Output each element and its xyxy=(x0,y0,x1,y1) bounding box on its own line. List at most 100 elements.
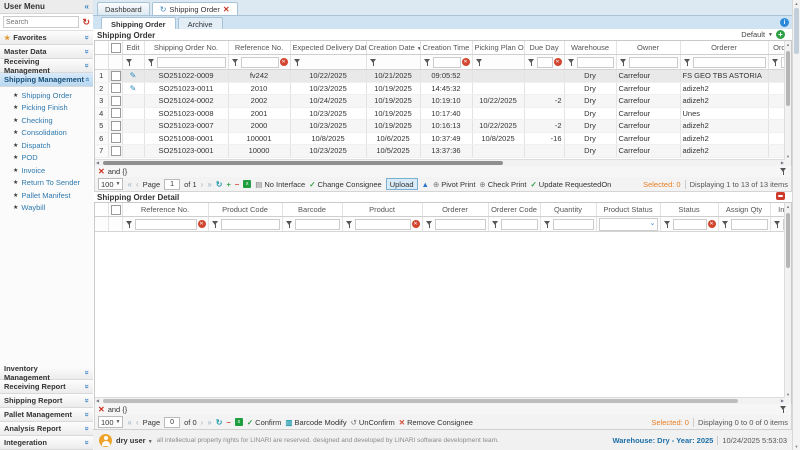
scrollbar-thumb[interactable] xyxy=(103,161,503,165)
scrollbar-thumb[interactable] xyxy=(786,213,790,268)
sidebar-section-receiving-management[interactable]: Receiving Management» xyxy=(0,59,93,73)
next-page-button[interactable]: › xyxy=(201,180,204,189)
tab-dashboard[interactable]: Dashboard xyxy=(97,2,150,15)
add-view-icon[interactable]: + xyxy=(776,30,785,39)
filter-input-reference-no-[interactable] xyxy=(135,219,197,230)
filter-input-orderer-code[interactable] xyxy=(501,219,538,230)
filter-funnel-icon[interactable] xyxy=(231,58,240,67)
sidebar-section-shipping-report[interactable]: Shipping Report» xyxy=(0,394,93,408)
sidebar-item-invoice[interactable]: ★Invoice xyxy=(0,164,93,177)
remove-row-button[interactable]: − xyxy=(226,418,230,427)
filter-clear-icon[interactable]: ✕ xyxy=(412,220,420,228)
column-header-product-status[interactable]: Product Status xyxy=(596,203,660,217)
confirm-button[interactable]: ✓ Confirm xyxy=(247,418,282,427)
user-menu-dropdown[interactable]: dry user ▼ xyxy=(116,436,153,445)
search-refresh-icon[interactable]: ↻ xyxy=(82,18,90,27)
last-page-button[interactable]: » xyxy=(207,180,211,189)
sidebar-section-shipping-management[interactable]: Shipping Management» xyxy=(0,73,93,87)
grid-vertical-scrollbar[interactable]: ▲▼ xyxy=(784,41,791,167)
scroll-down-icon[interactable]: ▼ xyxy=(785,154,791,159)
filter-input-status[interactable] xyxy=(673,219,707,230)
filter-icon[interactable] xyxy=(779,405,788,414)
select-all-checkbox[interactable] xyxy=(111,43,121,53)
filter-select-product-status[interactable] xyxy=(599,218,658,231)
sidebar-item-waybill[interactable]: ★Waybill xyxy=(0,202,93,215)
page-size-select[interactable]: 100 ▼ xyxy=(98,178,123,190)
row-checkbox[interactable] xyxy=(111,108,121,118)
add-row-button[interactable]: + xyxy=(226,180,230,189)
sidebar-item-pod[interactable]: ★POD xyxy=(0,152,93,165)
update-requestedon-button[interactable]: ✓ Update RequestedOn xyxy=(530,180,611,189)
sidebar-item-pallet-manifest[interactable]: ★Pallet Manifest xyxy=(0,189,93,202)
column-header-warehouse[interactable]: Warehouse xyxy=(564,41,616,55)
column-header-reference-no-[interactable]: Reference No. xyxy=(228,41,290,55)
sidebar-section-integeration[interactable]: Integeration» xyxy=(0,436,93,450)
tab-close-icon[interactable]: ✕ xyxy=(223,5,230,14)
filter-input-creation-time[interactable] xyxy=(433,57,461,68)
filter-funnel-icon[interactable] xyxy=(125,58,134,67)
filter-input-warehouse[interactable] xyxy=(577,57,614,68)
column-header-picking-plan-on[interactable]: Picking Plan On xyxy=(472,41,524,55)
page-number-input[interactable]: 0 xyxy=(164,417,180,428)
column-header-creation-date[interactable]: Creation Date▼ xyxy=(366,41,420,55)
scroll-down-icon[interactable]: ▼ xyxy=(793,444,800,449)
clear-filter-icon[interactable]: ✕ xyxy=(98,405,105,414)
sidebar-item-consolidation[interactable]: ★Consolidation xyxy=(0,127,93,140)
shipping-order-row[interactable]: 4SO251023-0008200110/23/202510/19/202510… xyxy=(95,107,792,120)
scrollbar-thumb[interactable] xyxy=(103,399,738,403)
info-icon[interactable]: i xyxy=(780,18,789,27)
change-consignee-button[interactable]: ✓ Change Consignee xyxy=(309,180,382,189)
filter-input-orderer[interactable] xyxy=(435,219,486,230)
unconfirm-button[interactable]: ↺ UnConfirm xyxy=(351,418,395,427)
grid-vertical-scrollbar[interactable]: ▲▼ xyxy=(784,203,791,405)
filter-input-product[interactable] xyxy=(355,219,411,230)
filter-funnel-icon[interactable] xyxy=(773,220,782,229)
column-header-creation-time[interactable]: Creation Time xyxy=(420,41,472,55)
sidebar-section-receiving-report[interactable]: Receiving Report» xyxy=(0,380,93,394)
selected-count[interactable]: Selected: 0 xyxy=(643,180,681,189)
filter-clear-icon[interactable]: ✕ xyxy=(462,58,470,66)
view-selector[interactable]: Default ▼ + xyxy=(741,30,785,39)
shipping-order-row[interactable]: 5SO251023-0007200010/23/202510/19/202510… xyxy=(95,120,792,133)
filter-input-product-code[interactable] xyxy=(221,219,280,230)
filter-funnel-icon[interactable] xyxy=(369,58,378,67)
pivot-print-button[interactable]: ⊕ Pivot Print xyxy=(433,180,475,189)
row-checkbox[interactable] xyxy=(111,71,121,81)
filter-input-assign-qty[interactable] xyxy=(731,219,768,230)
tab-shipping-order[interactable]: ↻ Shipping Order ✕ xyxy=(152,2,238,15)
column-header-shipping-order-no-[interactable]: Shipping Order No. xyxy=(144,41,228,55)
sidebar-section-inventory-management[interactable]: Inventory Management» xyxy=(0,366,93,380)
sidebar-item-return-to-sender[interactable]: ★Return To Sender xyxy=(0,177,93,190)
filter-funnel-icon[interactable] xyxy=(771,58,780,67)
filter-funnel-icon[interactable] xyxy=(527,58,536,67)
shipping-order-row[interactable]: 2✎SO251023-0011201010/23/202510/19/20251… xyxy=(95,82,792,95)
filter-input-owner[interactable] xyxy=(629,57,678,68)
column-header-orderer[interactable]: Orderer xyxy=(680,41,768,55)
selected-count[interactable]: Selected: 0 xyxy=(651,418,689,427)
column-header-due-day[interactable]: Due Day xyxy=(524,41,564,55)
page-size-select[interactable]: 100 ▼ xyxy=(98,416,123,428)
row-checkbox[interactable] xyxy=(111,146,121,156)
column-header-barcode[interactable]: Barcode xyxy=(282,203,342,217)
upload-arrow-icon[interactable]: ▲ xyxy=(422,180,429,189)
filter-funnel-icon[interactable] xyxy=(475,58,484,67)
shipping-order-row[interactable]: 7SO251023-00011000010/23/202510/5/202513… xyxy=(95,145,792,158)
sidebar-item-shipping-order[interactable]: ★Shipping Order xyxy=(0,89,93,102)
excel-export-icon[interactable]: x xyxy=(235,418,243,426)
filter-funnel-icon[interactable] xyxy=(619,58,628,67)
remove-consignee-button[interactable]: ✕ Remove Consignee xyxy=(399,418,473,427)
filter-funnel-icon[interactable] xyxy=(125,220,134,229)
search-input[interactable] xyxy=(3,16,79,28)
filter-funnel-icon[interactable] xyxy=(293,58,302,67)
filter-funnel-icon[interactable] xyxy=(211,220,220,229)
first-page-button[interactable]: « xyxy=(127,180,131,189)
filter-funnel-icon[interactable] xyxy=(345,220,354,229)
column-header-expected-delivery-date[interactable]: Expected Delivery Date xyxy=(290,41,366,55)
first-page-button[interactable]: « xyxy=(127,418,131,427)
column-header-quantity[interactable]: Quantity xyxy=(540,203,596,217)
filter-funnel-icon[interactable] xyxy=(683,58,692,67)
column-header-product[interactable]: Product xyxy=(342,203,422,217)
sidebar-section-favorites[interactable]: ★Favorites» xyxy=(0,31,93,45)
column-header-reference-no-[interactable]: Reference No. xyxy=(122,203,208,217)
excel-export-icon[interactable]: x xyxy=(243,180,251,188)
